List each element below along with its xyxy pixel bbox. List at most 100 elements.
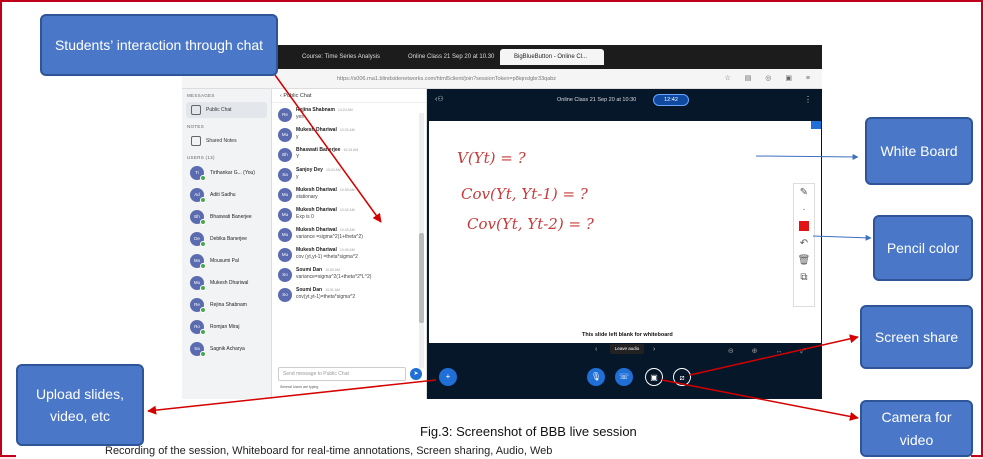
audio-button[interactable]: ☏ (615, 368, 633, 386)
message-text: stationary (296, 194, 318, 200)
whiteboard[interactable]: V(Yt) = ? Cov(Yt, Yt-1) = ? Cov(Yt, Yt-2… (429, 121, 821, 343)
message-text: variance=sigma^2(1+theta^2*L^2) (296, 274, 372, 280)
callout-upload: Upload slides, video, etc (16, 364, 144, 446)
minimize-presentation-button[interactable] (811, 121, 821, 129)
wb-line-3: Cov(Yt, Yt-2) = ? (467, 215, 594, 233)
tab-online-class[interactable]: Online Class 21 Sep 20 at 10.30 (394, 49, 498, 65)
action-bar: + 🎙 ☏ ▣ ⧄ (427, 365, 822, 391)
actions-plus-button[interactable]: + (439, 368, 457, 386)
user-list-item[interactable]: Mu Mukesh Dhariwal (182, 272, 271, 294)
blank-slide-text: This slide left blank for whiteboard (582, 332, 673, 338)
chat-message: Mu Mukesh Dhariwal 10:24 AM y (272, 125, 420, 145)
user-toggle-icon[interactable]: ‹⚇ (435, 89, 444, 111)
shared-notes-label: Shared Notes (206, 138, 237, 144)
send-button[interactable]: ➤ (410, 368, 422, 380)
chat-message: Mu Mukesh Dhariwal 10:39 AM stationary (272, 185, 420, 205)
message-time: 10:50 AM (325, 268, 340, 272)
user-name: Sagnik Acharya (210, 346, 245, 352)
multiuser-icon[interactable]: ⧉ (794, 269, 814, 286)
left-sidebar: MESSAGES Public Chat NOTES Shared Notes … (182, 89, 272, 399)
microphone-button[interactable]: 🎙 (587, 368, 605, 386)
messages-header: MESSAGES (187, 93, 215, 98)
url-text[interactable]: https://s006.rna1.blindsidenetworks.com/… (337, 73, 657, 85)
browser-tabbar: Course: Time Series Analysis Online Clas… (182, 45, 822, 69)
chat-panel: ‹ Public Chat Re Rejina Shabnam 10:24 AM ye… (272, 89, 427, 399)
callout-screen-share: Screen share (860, 305, 973, 369)
avatar: Ad (190, 188, 206, 203)
chat-message: Bh Bhaswati Banerjee 10:24 AM Y (272, 145, 420, 165)
chat-scrollbar[interactable] (419, 113, 424, 368)
figure-caption: Fig.3: Screenshot of BBB live session (420, 424, 637, 439)
avatar: Mu (278, 248, 292, 262)
wb-line-2: Cov(Yt, Yt-1) = ? (461, 185, 588, 203)
message-text: yes (296, 114, 304, 120)
tab-course[interactable]: Course: Time Series Analysis (288, 49, 392, 65)
chat-messages: Re Rejina Shabnam 10:24 AM yes Mu Mukesh Dhar… (272, 105, 420, 367)
whiteboard-toolbar: ✎ · ↶ 🗑 ⧉ (793, 183, 815, 307)
chat-message: So Soumi Dan 10:50 AM variance=sigma^2(1+th… (272, 265, 420, 285)
user-list-item[interactable]: Re Rejina Shabnam (182, 294, 271, 316)
message-author: Mukesh Dhariwal 10:42 AM (296, 207, 355, 213)
chat-message: Re Rejina Shabnam 10:24 AM yes (272, 105, 420, 125)
message-author: Bhaswati Banerjee 10:24 AM (296, 147, 359, 153)
public-chat-item[interactable]: Public Chat (186, 102, 267, 118)
user-list-item[interactable]: Sa Sagnik Acharya (182, 338, 271, 360)
thickness-icon[interactable]: · (794, 201, 814, 218)
message-text: y (296, 174, 299, 180)
chat-message: Sa Sanjoy Dey 10:24 AM y (272, 165, 420, 185)
next-slide-icon[interactable]: › (653, 346, 655, 353)
message-text: Y (296, 154, 300, 160)
message-text: cov (yt,yt-1) =theta*sigma^2 (296, 254, 358, 260)
message-time: 10:39 AM (339, 188, 355, 192)
avatar: Sa (190, 342, 206, 357)
callout-pencil-color: Pencil color (873, 215, 973, 281)
message-time: 10:24 AM (337, 108, 353, 112)
user-list: Ti Tirthankar G... (You) Ad Aditi Sadhu Bh Bh… (182, 162, 271, 360)
avatar: Mu (190, 276, 206, 291)
avatar: Sa (278, 168, 292, 182)
user-list-item[interactable]: Mo Mousumi Pal (182, 250, 271, 272)
wb-line-1: V(Yt) = ? (457, 149, 526, 167)
chat-input[interactable]: Send message to Public Chat (278, 367, 406, 381)
avatar: Ti (190, 166, 206, 181)
notes-header: NOTES (187, 124, 205, 129)
message-author: Rejina Shabnam 10:24 AM (296, 107, 353, 113)
session-header: ‹⚇ Online Class 21 Sep 20 at 10:30 12:42… (427, 89, 822, 111)
shared-notes-item[interactable]: Shared Notes (186, 133, 267, 149)
chat-message: Mu Mukesh Dhariwal 10:49 AM cov (yt,yt-1) =… (272, 245, 420, 265)
url-bar[interactable]: https://s006.rna1.blindsidenetworks.com/… (182, 69, 822, 89)
user-list-item[interactable]: Ro Romjan Miraj (182, 316, 271, 338)
avatar: Mu (278, 208, 292, 222)
zoom-controls[interactable]: ⊖ ⊕ ↔ ⤢ (728, 347, 814, 356)
chat-message: So Soumi Dan 10:51 AM cov(yt,yt-1)=theta*si… (272, 285, 420, 305)
trash-icon[interactable]: 🗑 (794, 252, 814, 269)
user-name: Mukesh Dhariwal (210, 280, 249, 286)
message-author: Soumi Dan 10:50 AM (296, 267, 340, 273)
user-list-item[interactable]: Bh Bhaswati Banerjee (182, 206, 271, 228)
prev-slide-icon[interactable]: ‹ (595, 346, 597, 353)
user-name: Romjan Miraj (210, 324, 240, 330)
color-picker-button[interactable] (794, 218, 814, 235)
user-list-item[interactable]: Ti Tirthankar G... (You) (182, 162, 271, 184)
user-name: Bhaswati Banerjee (210, 214, 252, 220)
user-list-item[interactable]: Ad Aditi Sadhu (182, 184, 271, 206)
avatar: So (278, 288, 292, 302)
user-list-item[interactable]: De Debika Banerjee (182, 228, 271, 250)
screen-share-button[interactable]: ⧄ (673, 368, 691, 386)
message-author: Sanjoy Dey 10:24 AM (296, 167, 341, 173)
callout-students-chat: Students’ interaction through chat (40, 14, 278, 76)
user-name: Debika Banerjee (210, 236, 247, 242)
message-time: 10:24 AM (325, 168, 341, 172)
message-author: Mukesh Dhariwal 10:24 AM (296, 127, 355, 133)
options-menu-icon[interactable]: ⋮ (804, 89, 812, 111)
user-name: Aditi Sadhu (210, 192, 236, 198)
tab-bbb[interactable]: BigBlueButton - Online Cl... (500, 49, 604, 65)
recording-timer[interactable]: 12:42 (653, 94, 689, 106)
message-text: Exp is 0 (296, 214, 314, 220)
pencil-icon[interactable]: ✎ (794, 184, 814, 201)
browser-toolbar-icons[interactable]: ☆ ▤ ◎ ▣ ≡ (725, 74, 816, 82)
notes-icon (191, 136, 201, 146)
camera-button[interactable]: ▣ (645, 368, 663, 386)
public-chat-label: Public Chat (206, 107, 232, 113)
undo-icon[interactable]: ↶ (794, 235, 814, 252)
